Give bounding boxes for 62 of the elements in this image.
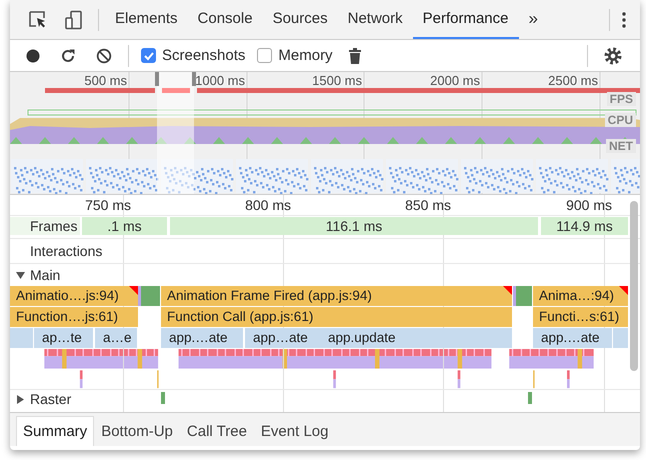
panel-tab[interactable]: Network xyxy=(338,0,413,39)
ruler-label: 1000 ms xyxy=(195,73,245,88)
detail-tab[interactable]: Call Tree xyxy=(180,416,254,446)
call-block[interactable]: app.…ate xyxy=(161,328,243,348)
ruler-label: 750 ms xyxy=(85,197,131,213)
checkbox-label: Memory xyxy=(278,47,333,64)
panel-tab[interactable]: Elements xyxy=(105,0,188,39)
scrollbar[interactable] xyxy=(630,201,638,371)
settings-icon[interactable] xyxy=(604,46,622,64)
trash-icon[interactable] xyxy=(348,48,361,64)
checkbox-label: Screenshots xyxy=(162,47,246,64)
main-track-toggle[interactable]: Main xyxy=(10,267,60,283)
detail-tab[interactable]: Event Log xyxy=(254,416,336,446)
track-label: FPS xyxy=(606,92,636,106)
track-label: NET xyxy=(606,139,636,153)
track-title: Interactions xyxy=(29,243,102,259)
ruler-label: 500 ms xyxy=(84,73,127,88)
checkbox[interactable] xyxy=(257,48,272,63)
track-label: CPU xyxy=(604,113,636,127)
call-block[interactable]: ap…te xyxy=(34,328,93,348)
ruler-label: 2500 ms xyxy=(548,73,598,88)
task-block[interactable]: Function….js:61) xyxy=(10,307,138,327)
range-handle[interactable] xyxy=(192,72,196,86)
panel-tab[interactable]: Sources xyxy=(262,0,338,39)
raster-mark xyxy=(161,392,165,404)
frame-block[interactable]: .1 ms xyxy=(82,217,167,235)
track-title: Frames xyxy=(10,217,80,235)
ruler-label: 850 ms xyxy=(405,197,451,213)
ruler-label: 900 ms xyxy=(566,197,612,213)
more-tabs-button[interactable]: » xyxy=(518,0,548,39)
detail-tab[interactable]: Bottom-Up xyxy=(94,416,180,446)
task-block[interactable]: Anima…:94) xyxy=(533,286,628,306)
ruler-label: 1500 ms xyxy=(312,73,362,88)
selection-window[interactable] xyxy=(157,72,194,194)
reload-icon[interactable] xyxy=(60,48,76,64)
raster-track-toggle[interactable]: Raster xyxy=(10,390,72,407)
range-handle[interactable] xyxy=(155,72,159,86)
frame-block[interactable]: 116.1 ms xyxy=(170,217,538,235)
panel-tab[interactable]: Performance xyxy=(412,0,518,39)
call-block[interactable]: a…e xyxy=(95,328,137,348)
frame-block[interactable]: 114.9 ms xyxy=(541,217,628,235)
task-block[interactable]: Animation Frame Fired (app.js:94) xyxy=(161,286,512,306)
disclosure-triangle-icon xyxy=(16,270,25,280)
task-block[interactable]: Function Call (app.js:61) xyxy=(161,307,512,327)
checkbox[interactable] xyxy=(141,48,156,63)
ruler-label: 2000 ms xyxy=(430,73,480,88)
raster-mark xyxy=(528,392,532,404)
call-block[interactable]: app…ate xyxy=(245,328,320,348)
inspect-icon[interactable] xyxy=(28,10,48,30)
disclosure-triangle-icon xyxy=(16,394,25,404)
task-block[interactable]: Functi…s:61) xyxy=(533,307,628,327)
fps-bar xyxy=(162,88,190,93)
device-icon[interactable] xyxy=(64,10,84,30)
call-block[interactable]: app.update xyxy=(320,328,512,348)
record-icon[interactable] xyxy=(26,48,40,62)
menu-icon[interactable] xyxy=(622,12,626,28)
task-block[interactable]: Animatio….js:94) xyxy=(10,286,138,306)
ruler-label: 800 ms xyxy=(245,197,291,213)
clear-icon[interactable] xyxy=(96,48,112,64)
call-block[interactable]: app.…ate xyxy=(533,328,612,348)
panel-tab[interactable]: Console xyxy=(188,0,263,39)
detail-tab[interactable]: Summary xyxy=(16,416,94,446)
